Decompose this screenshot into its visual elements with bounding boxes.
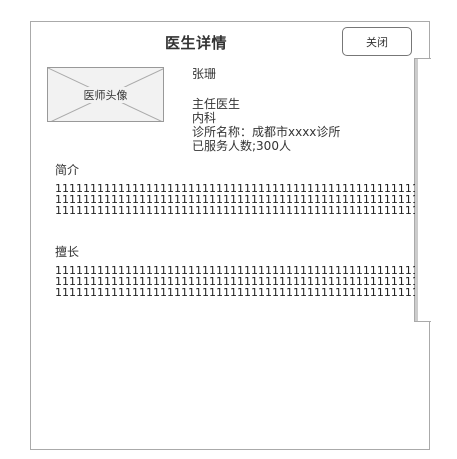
avatar-label: 医师头像 [82,86,129,103]
page: 医生详情 关闭 医师头像 张珊 主任医生 内科 诊所名称：成都市xxxx诊所 已… [0,0,457,459]
specialty-text: 1111111111111111111111111111111111111111… [55,265,415,298]
scrollbar-thumb[interactable] [415,59,418,321]
intro-text: 1111111111111111111111111111111111111111… [55,183,415,216]
doctor-name: 张珊 [192,67,217,81]
specialty-line: 1111111111111111111111111111111111111111… [55,287,415,298]
intro-line: 1111111111111111111111111111111111111111… [55,205,415,216]
doctor-department: 内科 [192,111,217,125]
specialty-heading: 擅长 [55,245,80,259]
specialty-line: 1111111111111111111111111111111111111111… [55,276,415,287]
doctor-avatar-placeholder: 医师头像 [47,67,164,122]
doctor-title: 主任医生 [192,97,241,111]
served-count: 已服务人数;300人 [192,139,291,153]
close-button[interactable]: 关闭 [342,27,412,56]
page-title: 医生详情 [164,34,227,52]
clinic-name: 诊所名称：成都市xxxx诊所 [192,125,341,139]
intro-line: 1111111111111111111111111111111111111111… [55,183,415,194]
doctor-detail-dialog: 医生详情 关闭 医师头像 张珊 主任医生 内科 诊所名称：成都市xxxx诊所 已… [30,21,431,450]
intro-line: 1111111111111111111111111111111111111111… [55,194,415,205]
intro-heading: 简介 [55,163,80,177]
vertical-scrollbar[interactable] [414,58,431,322]
doctor-info: 张珊 主任医生 内科 诊所名称：成都市xxxx诊所 已服务人数;300人 [192,67,340,153]
specialty-line: 1111111111111111111111111111111111111111… [55,265,415,276]
